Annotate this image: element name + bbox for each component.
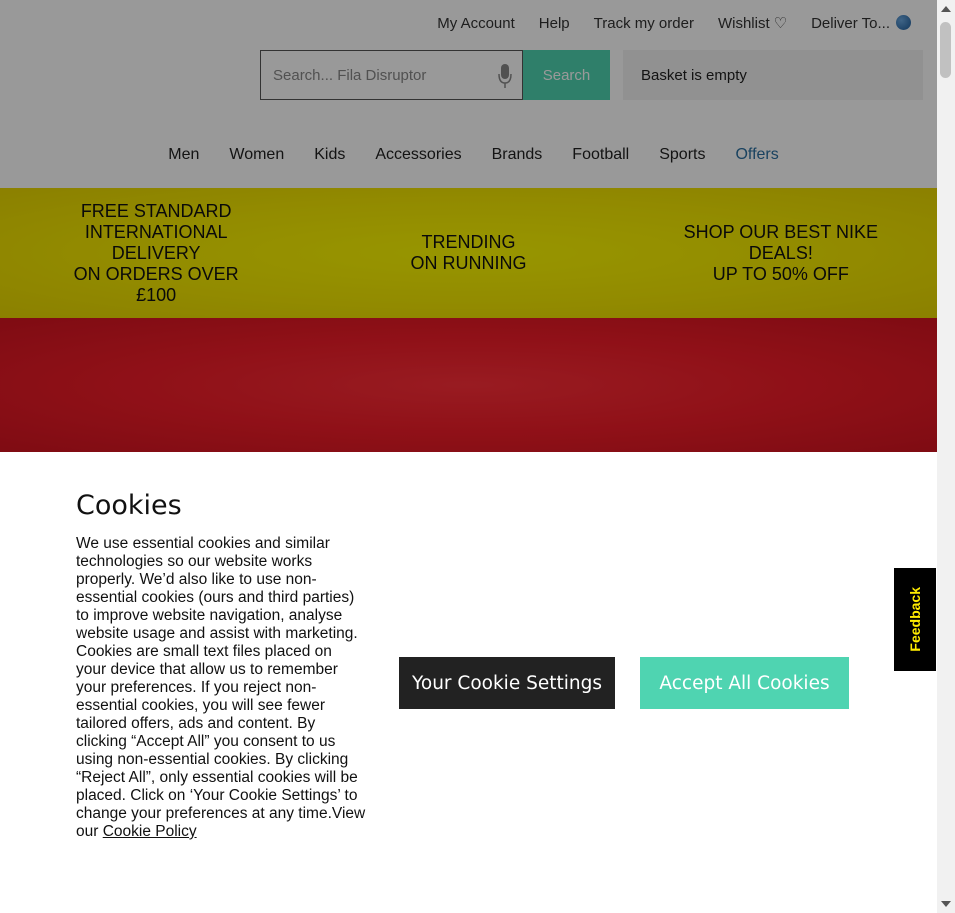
accept-all-cookies-button[interactable]: Accept All Cookies <box>640 657 849 709</box>
page: My Account Help Track my order Wishlist ♡… <box>0 0 937 913</box>
cookie-settings-button[interactable]: Your Cookie Settings <box>399 657 615 709</box>
cookie-banner: Cookies We use essential cookies and sim… <box>0 452 937 913</box>
scroll-down-arrow-icon[interactable] <box>941 901 951 907</box>
cookie-policy-link[interactable]: Cookie Policy <box>103 823 197 840</box>
scroll-up-arrow-icon[interactable] <box>941 6 951 12</box>
cookie-body: We use essential cookies and similar tec… <box>76 535 366 841</box>
cookie-body-text: We use essential cookies and similar tec… <box>76 535 366 840</box>
feedback-label: Feedback <box>907 587 923 652</box>
vertical-scrollbar[interactable] <box>937 0 955 913</box>
scrollbar-thumb[interactable] <box>940 22 951 78</box>
modal-overlay <box>0 0 937 452</box>
cookie-title: Cookies <box>76 490 182 521</box>
feedback-tab[interactable]: Feedback <box>894 568 936 671</box>
